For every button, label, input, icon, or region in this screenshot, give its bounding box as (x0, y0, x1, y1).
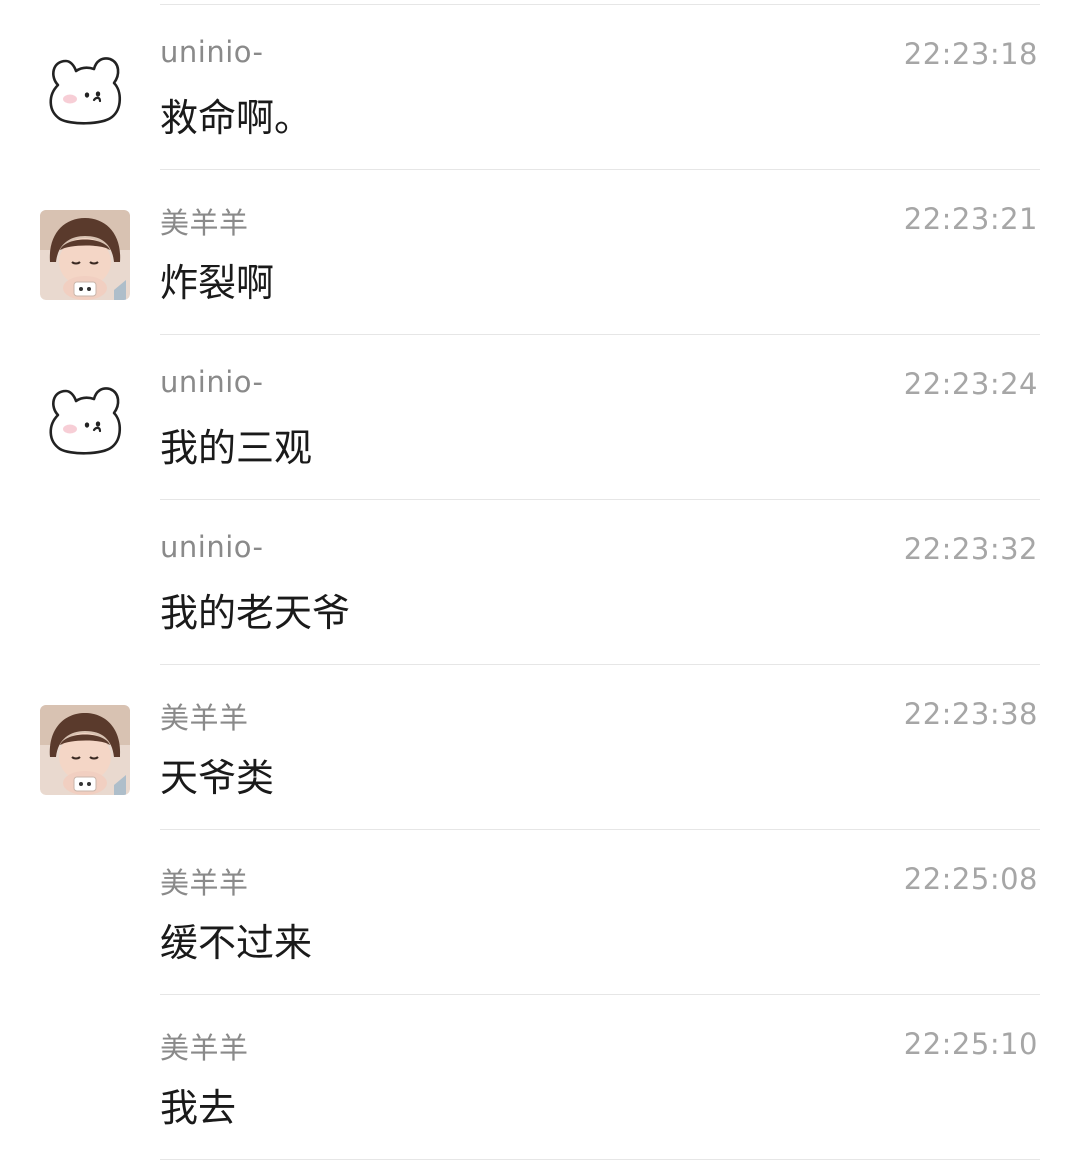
message-text[interactable]: 我的老天爷 (160, 582, 350, 637)
chat-message[interactable]: 美羊羊 22:25:10 我去 (160, 995, 1040, 1160)
bunny-avatar-icon[interactable] (40, 375, 130, 465)
message-time: 22:23:38 (903, 697, 1038, 731)
message-time: 22:23:21 (903, 202, 1038, 236)
chat-message[interactable]: uninio- 22:23:32 我的老天爷 (160, 500, 1040, 665)
message-sender: 美羊羊 (160, 1031, 249, 1065)
chat-message[interactable]: 美羊羊 22:23:21 炸裂啊 (40, 170, 1040, 335)
message-sender: uninio- (160, 35, 264, 69)
child-photo-avatar-icon[interactable] (40, 705, 130, 795)
message-text[interactable]: 缓不过来 (160, 912, 312, 967)
message-time: 22:23:18 (903, 37, 1038, 71)
message-time: 22:25:10 (903, 1027, 1038, 1061)
message-sender: 美羊羊 (160, 866, 249, 900)
child-photo-avatar-icon[interactable] (40, 210, 130, 300)
message-time: 22:25:08 (903, 862, 1038, 896)
chat-message[interactable]: 美羊羊 22:25:08 缓不过来 (160, 830, 1040, 995)
message-text[interactable]: 天爷类 (160, 747, 274, 802)
chat-history-list: uninio- 22:23:18 救命啊。 美羊羊 22:23:21 炸裂啊 u… (0, 5, 1080, 1160)
message-sender: uninio- (160, 530, 264, 564)
chat-message[interactable]: 美羊羊 22:23:38 天爷类 (40, 665, 1040, 830)
message-text[interactable]: 炸裂啊 (160, 252, 274, 307)
chat-message[interactable]: uninio- 22:23:18 救命啊。 (49, 5, 1040, 170)
bunny-avatar-icon[interactable] (40, 45, 130, 135)
message-text[interactable]: 我的三观 (160, 417, 312, 472)
message-sender: 美羊羊 (160, 206, 249, 240)
message-sender: 美羊羊 (160, 701, 249, 735)
message-sender: uninio- (160, 365, 264, 399)
message-text[interactable]: 我去 (160, 1077, 236, 1132)
chat-message[interactable]: uninio- 22:23:24 我的三观 (49, 335, 1040, 500)
message-text[interactable]: 救命啊。 (160, 87, 312, 142)
message-time: 22:23:32 (903, 532, 1038, 566)
message-time: 22:23:24 (903, 367, 1038, 401)
